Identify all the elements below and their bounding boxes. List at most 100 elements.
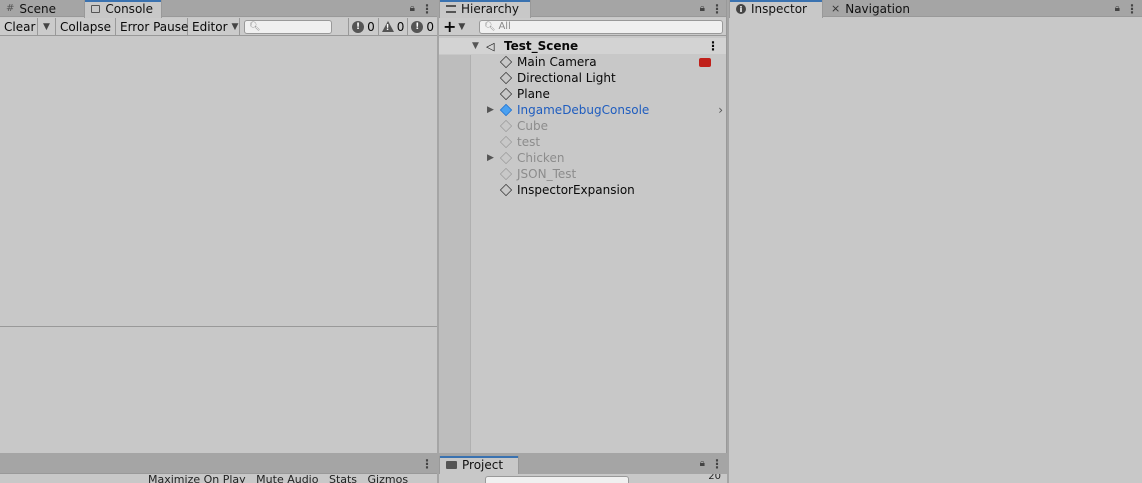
hash-grid-icon: # (6, 3, 15, 14)
warning-icon: ! (381, 21, 394, 32)
hierarchy-item-label: JSON_Test (517, 167, 577, 181)
lock-icon[interactable]: 🔒︎ (410, 3, 415, 14)
hierarchy-item[interactable]: ▶ IngameDebugConsole › (439, 102, 727, 118)
scene-row[interactable]: ▼ ◁ Test_Scene ⋮ (439, 38, 727, 54)
error-pause-button[interactable]: Error Pause (116, 17, 188, 36)
error-count-toggle[interactable]: ! 0 (348, 17, 378, 36)
console-search-input[interactable]: 🔍︎ (244, 19, 332, 34)
warning-count-toggle[interactable]: ! 0 (377, 17, 408, 36)
error-count: 0 (367, 19, 375, 34)
game-tab-controls: ⋮ (421, 455, 433, 472)
hierarchy-icon (446, 5, 456, 13)
hierarchy-item[interactable]: ▶ Chicken (439, 150, 727, 166)
hierarchy-item[interactable]: Directional Light (439, 70, 727, 86)
hierarchy-tab-controls: 🔒︎ ⋮ (700, 0, 723, 17)
chevron-down-icon: ▼ (43, 21, 50, 32)
search-icon: 🔍︎ (484, 21, 496, 32)
info-count-toggle[interactable]: ! 0 (407, 17, 437, 36)
hierarchy-item[interactable]: Plane (439, 86, 727, 102)
project-search-input[interactable] (485, 476, 629, 483)
gameobject-cube-icon (499, 151, 513, 165)
tab-scene[interactable]: # Scene (0, 0, 76, 17)
kebab-menu-icon[interactable]: ⋮ (711, 457, 723, 471)
gameobject-cube-icon (499, 167, 513, 181)
kebab-menu-icon[interactable]: ⋮ (711, 2, 723, 16)
unity-scene-icon: ◁ (486, 39, 495, 53)
game-toolbar-text: Maximize On Play Mute Audio Stats Gizmos (148, 473, 409, 483)
hierarchy-panel: Hierarchy 🔒︎ ⋮ + ▼ 🔍︎ All ▼ ◁ Test_Scene… (439, 0, 727, 453)
lock-icon[interactable]: 🔒︎ (700, 458, 705, 469)
tab-navigation[interactable]: ⨯ Navigation (825, 0, 921, 17)
hierarchy-item[interactable]: JSON_Test (439, 166, 727, 182)
tab-console[interactable]: Console (84, 0, 162, 18)
info-count: 0 (426, 19, 434, 34)
fold-arrow-right-icon[interactable]: ▶ (487, 153, 494, 163)
inspector-tab-controls: 🔒︎ ⋮ (1115, 0, 1138, 17)
console-detail-area[interactable] (0, 329, 437, 453)
error-icon: ! (352, 20, 365, 33)
kebab-menu-icon[interactable]: ⋮ (421, 2, 433, 16)
hierarchy-toolbar: + ▼ 🔍︎ All (439, 18, 727, 36)
gameobject-cube-icon (499, 119, 513, 133)
project-toolbar: 20 (439, 474, 727, 483)
hierarchy-item-label: Plane (517, 87, 550, 101)
folder-icon (446, 461, 457, 469)
editor-dropdown[interactable]: Editor ▼ (188, 17, 240, 36)
kebab-menu-icon[interactable]: ⋮ (1126, 2, 1138, 16)
inspector-tabbar: i Inspector ⨯ Navigation 🔒︎ ⋮ (729, 0, 1142, 18)
console-tabbar: # Scene Console 🔒︎ ⋮ (0, 0, 437, 18)
chevron-down-icon: ▼ (231, 21, 239, 32)
tab-scene-label: Scene (19, 1, 56, 16)
console-search-wrap: 🔍︎ (240, 19, 348, 34)
hierarchy-right-border (726, 0, 727, 453)
clear-button[interactable]: Clear (0, 17, 38, 36)
open-prefab-chevron-icon[interactable]: › (718, 103, 723, 117)
info-icon: ! (411, 20, 424, 33)
hierarchy-tabbar: Hierarchy 🔒︎ ⋮ (439, 0, 727, 18)
collapse-button[interactable]: Collapse (56, 17, 116, 36)
tab-inspector-label: Inspector (751, 2, 807, 16)
kebab-menu-icon[interactable]: ⋮ (707, 39, 719, 53)
gameobject-cube-icon (499, 55, 513, 69)
fold-arrow-right-icon[interactable]: ▶ (487, 105, 494, 115)
kebab-menu-icon[interactable]: ⋮ (421, 457, 433, 471)
hierarchy-item-label: Main Camera (517, 55, 597, 69)
hidden-packages-badge: 20 (708, 474, 721, 482)
console-toolbar: Clear ▼ Collapse Error Pause Editor ▼ 🔍︎… (0, 17, 437, 36)
tab-inspector[interactable]: i Inspector (729, 0, 823, 18)
hierarchy-item-label: InspectorExpansion (517, 183, 635, 197)
tab-project[interactable]: Project (439, 456, 519, 474)
editor-dropdown-label: Editor (192, 19, 228, 34)
hierarchy-item-label: test (517, 135, 541, 149)
camera-gizmo-icon (699, 57, 711, 67)
gameobject-cube-icon (499, 87, 513, 101)
hierarchy-search-input[interactable]: 🔍︎ All (479, 19, 723, 34)
console-log-list[interactable] (0, 37, 437, 327)
tab-navigation-label: Navigation (845, 1, 910, 16)
clear-options-dropdown[interactable]: ▼ (38, 17, 56, 36)
hierarchy-item[interactable]: Cube (439, 118, 727, 134)
hierarchy-item-label: Chicken (517, 151, 565, 165)
warning-count: 0 (396, 19, 405, 34)
console-icon (91, 5, 101, 13)
hierarchy-item[interactable]: Main Camera (439, 54, 727, 70)
tab-console-label: Console (105, 2, 153, 16)
gameobject-cube-icon (499, 135, 513, 149)
tab-hierarchy-label: Hierarchy (461, 2, 520, 16)
hierarchy-item[interactable]: test (439, 134, 727, 150)
gameobject-cube-icon (499, 183, 513, 197)
tab-hierarchy[interactable]: Hierarchy (439, 0, 531, 18)
lock-icon[interactable]: 🔒︎ (1115, 3, 1120, 14)
hierarchy-item[interactable]: InspectorExpansion (439, 182, 727, 198)
project-panel: Project 🔒︎ ⋮ 20 (439, 455, 727, 483)
lock-icon[interactable]: 🔒︎ (700, 3, 705, 14)
hierarchy-search-placeholder: All (498, 21, 511, 32)
inspector-panel: i Inspector ⨯ Navigation 🔒︎ ⋮ (729, 0, 1142, 483)
fold-arrow-down-icon[interactable]: ▼ (472, 41, 479, 51)
console-tab-controls: 🔒︎ ⋮ (410, 0, 433, 17)
game-toolbar: Maximize On Play Mute Audio Stats Gizmos (0, 473, 437, 483)
navigation-icon: ⨯ (831, 2, 841, 15)
gameobject-cube-icon (499, 103, 513, 117)
create-dropdown[interactable]: + ▼ (443, 18, 475, 35)
hierarchy-item-label: Directional Light (517, 71, 616, 85)
